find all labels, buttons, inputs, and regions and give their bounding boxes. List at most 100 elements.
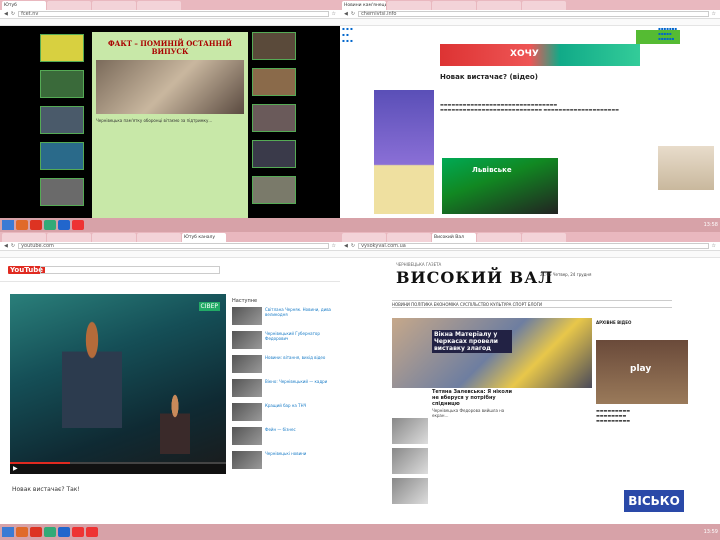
page: YouTube СІВЕР ▶ Новак вистачає? Так! Нас… [0, 258, 340, 524]
right-links: ▪▪▪▪▪▪▪ ▪▪▪▪▪ ▪▪▪▪▪▪ [658, 26, 677, 41]
app-icon[interactable] [72, 220, 84, 230]
play-label: play [630, 364, 652, 374]
tab[interactable] [522, 1, 566, 10]
browser-top-right: Новини кам'янецької ◀ ↻ chernivtsi.info … [340, 0, 720, 218]
player-controls[interactable]: ▶ [10, 464, 226, 474]
tab[interactable] [477, 1, 521, 10]
browser-top-left: Ютуб ◀ ↻ fcet.nv ☆ ФАКТ – ПОМИНІЙ ОСТАНН… [0, 0, 340, 218]
related-item[interactable]: Кращий бар на ТНЧ [232, 403, 336, 421]
tab[interactable] [92, 1, 136, 10]
search-input[interactable] [40, 266, 220, 274]
thumb[interactable] [392, 448, 428, 474]
tab[interactable] [137, 1, 181, 10]
app-icon[interactable] [86, 527, 98, 537]
tab[interactable] [92, 233, 136, 242]
related-item[interactable]: Новини: вітання, вихід відео [232, 355, 336, 373]
banner-ad[interactable]: ХОЧУ [440, 44, 640, 66]
thumb[interactable] [252, 104, 296, 132]
reload-icon[interactable]: ↻ [11, 243, 15, 249]
app-icon[interactable] [58, 527, 70, 537]
tab-active[interactable]: Високий Вал [432, 233, 476, 242]
related-item[interactable]: Чернівецький Губернатор Федорович [232, 331, 336, 349]
ad-banner[interactable]: ВІСЬКО [624, 490, 684, 512]
url-field[interactable]: vysokyval.com.ua [358, 243, 709, 249]
clock[interactable]: 13:58 [704, 222, 718, 228]
related-item[interactable]: Чернівецькі новини [232, 451, 336, 469]
taskbar: 13:58 [0, 218, 720, 232]
video-player[interactable]: Львівське [442, 158, 558, 214]
app-icon[interactable] [58, 220, 70, 230]
article-text: Чернівецька пам'ятку оборонці вітаємо за… [96, 118, 213, 123]
thumb[interactable] [252, 176, 296, 204]
app-icon[interactable] [72, 527, 84, 537]
tabbar: Ютуб [0, 0, 340, 10]
address-bar: ◀ ↻ chernivtsi.info ☆ [340, 10, 720, 19]
app-icon[interactable] [16, 220, 28, 230]
back-icon[interactable]: ◀ [4, 11, 8, 17]
reload-icon[interactable]: ↻ [351, 11, 355, 17]
start-button[interactable] [2, 220, 14, 230]
address-bar: ◀ ↻ fcet.nv ☆ [0, 10, 340, 19]
tab[interactable] [387, 233, 431, 242]
app-icon[interactable] [44, 220, 56, 230]
related-header: Наступне [232, 298, 258, 304]
tab[interactable] [47, 1, 91, 10]
thumb[interactable] [392, 418, 428, 444]
back-icon[interactable]: ◀ [4, 243, 8, 249]
tab[interactable] [522, 233, 566, 242]
tab-active[interactable]: Новини кам'янецької [342, 1, 386, 10]
headline[interactable]: Новак вистачає? (відео) [440, 73, 538, 81]
related-item[interactable]: Світлана Черняк. Новини, дива великодня [232, 307, 336, 325]
main-nav[interactable]: НОВИНИ ПОЛІТИКА ЕКОНОМІКА СУСПІЛЬСТВО КУ… [392, 300, 672, 308]
tab[interactable] [432, 1, 476, 10]
clock[interactable]: 13:59 [704, 529, 718, 535]
play-icon[interactable]: ▶ [13, 465, 18, 472]
app-icon[interactable] [44, 527, 56, 537]
tab[interactable] [342, 233, 386, 242]
lead-photo[interactable] [392, 318, 592, 388]
anchor-figure [62, 318, 122, 428]
star-icon[interactable]: ☆ [712, 243, 716, 249]
app-icon[interactable] [30, 527, 42, 537]
lead-headline[interactable]: Вікна Матеріалу у Черкасах провели виста… [432, 330, 512, 353]
date: 21:05 Четвер, 24 грудня [540, 272, 592, 277]
tab-active[interactable]: Ютуб [2, 1, 46, 10]
app-icon[interactable] [16, 527, 28, 537]
thumb[interactable] [252, 32, 296, 60]
thumb[interactable] [252, 140, 296, 168]
masthead[interactable]: ВИСОКИЙ ВАЛ [396, 268, 553, 287]
app-icon[interactable] [30, 220, 42, 230]
url-field[interactable]: chernivtsi.info [358, 11, 709, 17]
thumb[interactable] [40, 106, 84, 134]
tab[interactable] [47, 233, 91, 242]
tab[interactable] [387, 1, 431, 10]
thumb[interactable] [392, 478, 428, 504]
reload-icon[interactable]: ↻ [11, 11, 15, 17]
tab[interactable] [137, 233, 181, 242]
side-ad[interactable] [374, 90, 434, 214]
star-icon[interactable]: ☆ [332, 243, 336, 249]
reload-icon[interactable]: ↻ [351, 243, 355, 249]
tab[interactable] [2, 233, 46, 242]
sub-headline[interactable]: Тетяна Залевська: Я ніколи не вберуся у … [432, 389, 512, 407]
thumb[interactable] [40, 142, 84, 170]
video-player[interactable]: СІВЕР ▶ [10, 294, 226, 474]
thumb[interactable] [40, 70, 84, 98]
thumb[interactable] [252, 68, 296, 96]
star-icon[interactable]: ☆ [712, 11, 716, 17]
star-icon[interactable]: ☆ [332, 11, 336, 17]
url-field[interactable]: youtube.com [18, 243, 329, 249]
thumb[interactable] [40, 178, 84, 206]
url-field[interactable]: fcet.nv [18, 11, 329, 17]
tab[interactable] [477, 233, 521, 242]
thumb[interactable] [40, 34, 84, 62]
left-column [40, 34, 88, 214]
start-button[interactable] [2, 527, 14, 537]
tab-active[interactable]: Ютуб каналу [182, 233, 226, 242]
related-item[interactable]: Фейн — бізнес [232, 427, 336, 445]
side-image[interactable] [658, 146, 714, 190]
back-icon[interactable]: ◀ [344, 11, 348, 17]
back-icon[interactable]: ◀ [344, 243, 348, 249]
related-item[interactable]: Вікно: Чернівецький — кадри [232, 379, 336, 397]
video-thumb[interactable]: play [596, 340, 688, 404]
